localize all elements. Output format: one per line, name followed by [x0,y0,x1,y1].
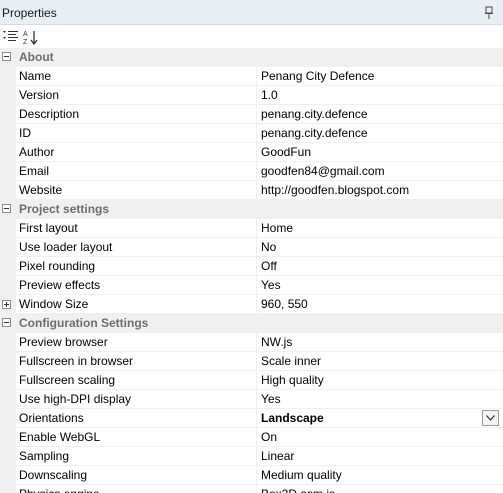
property-value[interactable]: 1.0 [257,86,503,105]
category-label: About [19,50,54,64]
category-label: Project settings [19,202,110,216]
property-row-pixel-rounding[interactable]: Pixel rounding Off [0,257,503,276]
property-name: Downscaling [19,468,88,482]
property-row-physics-engine[interactable]: Physics engine Box2D asm.js [0,485,503,493]
property-value[interactable]: Home [257,219,503,238]
property-value[interactable]: penang.city.defence [257,105,503,124]
property-row-first-layout[interactable]: First layout Home [0,219,503,238]
property-value[interactable]: http://goodfen.blogspot.com [257,181,503,200]
property-value[interactable]: Linear [257,447,503,466]
property-name: Fullscreen in browser [19,354,134,368]
property-name: First layout [19,221,78,235]
property-name: Fullscreen scaling [19,373,116,387]
property-row-website[interactable]: Website http://goodfen.blogspot.com [0,181,503,200]
property-row-name[interactable]: Name Penang City Defence [0,67,503,86]
property-row-orientations[interactable]: Orientations Landscape [0,409,503,428]
collapse-icon[interactable] [2,318,11,327]
expand-icon[interactable] [2,300,11,309]
property-row-fullscreen-scaling[interactable]: Fullscreen scaling High quality [0,371,503,390]
property-name: Website [19,183,63,197]
property-value[interactable]: Box2D asm.js [257,485,503,493]
panel-title: Properties [2,6,57,20]
svg-text:Z: Z [23,39,28,46]
property-value[interactable]: Off [257,257,503,276]
property-name: Preview effects [19,278,101,292]
properties-panel: Properties A Z About Name Penang City De… [0,0,503,493]
property-name: Preview browser [19,335,108,349]
property-name: Use loader layout [19,240,113,254]
category-project-settings[interactable]: Project settings [0,200,503,219]
property-name: Pixel rounding [19,259,96,273]
property-name: Email [19,164,50,178]
category-label: Configuration Settings [19,316,149,330]
property-value[interactable]: penang.city.defence [257,124,503,143]
property-name: Version [19,88,60,102]
property-row-author[interactable]: Author GoodFun [0,143,503,162]
chevron-down-icon[interactable] [482,410,499,426]
property-row-enable-webgl[interactable]: Enable WebGL On [0,428,503,447]
panel-titlebar: Properties [0,0,503,25]
property-row-fullscreen-in-browser[interactable]: Fullscreen in browser Scale inner [0,352,503,371]
property-value[interactable]: goodfen84@gmail.com [257,162,503,181]
property-grid: About Name Penang City Defence Version 1… [0,48,503,493]
property-value[interactable]: Medium quality [257,466,503,485]
category-about[interactable]: About [0,48,503,67]
property-row-window-size[interactable]: Window Size 960, 550 [0,295,503,314]
property-value[interactable]: Scale inner [257,352,503,371]
property-name: Use high-DPI display [19,392,132,406]
property-value[interactable]: On [257,428,503,447]
pin-icon[interactable] [483,6,495,20]
property-row-preview-browser[interactable]: Preview browser NW.js [0,333,503,352]
property-name: Enable WebGL [19,430,101,444]
svg-text:A: A [23,31,28,38]
property-name: Author [19,145,55,159]
property-row-email[interactable]: Email goodfen84@gmail.com [0,162,503,181]
property-row-use-loader-layout[interactable]: Use loader layout No [0,238,503,257]
property-name: Description [19,107,80,121]
category-configuration-settings[interactable]: Configuration Settings [0,314,503,333]
property-value[interactable]: No [257,238,503,257]
property-value[interactable]: High quality [257,371,503,390]
property-row-description[interactable]: Description penang.city.defence [0,105,503,124]
property-value[interactable]: Yes [257,390,503,409]
property-row-downscaling[interactable]: Downscaling Medium quality [0,466,503,485]
property-value[interactable]: 960, 550 [257,295,503,314]
categorized-icon[interactable] [2,28,20,46]
collapse-icon[interactable] [2,204,11,213]
sort-alphabetical-icon[interactable]: A Z [22,28,40,46]
property-value[interactable]: GoodFun [257,143,503,162]
property-row-sampling[interactable]: Sampling Linear [0,447,503,466]
property-name: Orientations [19,411,84,425]
property-name: Physics engine [16,485,256,493]
property-row-use-high-dpi-display[interactable]: Use high-DPI display Yes [0,390,503,409]
property-name: Window Size [19,297,89,311]
orientations-select[interactable]: Landscape [257,409,503,428]
collapse-icon[interactable] [2,52,11,61]
property-row-preview-effects[interactable]: Preview effects Yes [0,276,503,295]
property-name: ID [19,126,31,140]
property-row-id[interactable]: ID penang.city.defence [0,124,503,143]
property-row-version[interactable]: Version 1.0 [0,86,503,105]
toolbar: A Z [0,25,503,49]
property-value[interactable]: Yes [257,276,503,295]
property-name: Sampling [19,449,70,463]
property-value[interactable]: NW.js [257,333,503,352]
property-name: Name [19,69,52,83]
property-value[interactable]: Penang City Defence [257,67,503,86]
